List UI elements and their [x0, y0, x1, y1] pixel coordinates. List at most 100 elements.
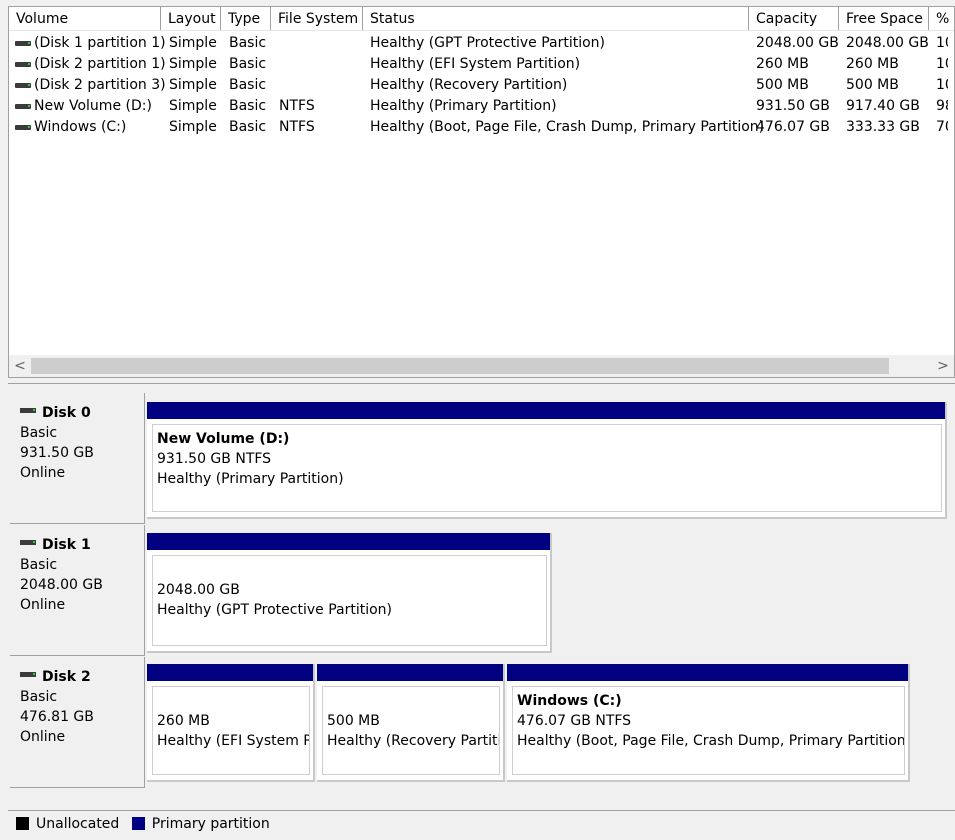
partition-windows-c[interactable]: Windows (C:) 476.07 GB NTFS Healthy (Boo… [507, 664, 910, 782]
disk-state: Online [20, 597, 66, 613]
partition-status: Healthy (GPT Protective Partition) [157, 602, 393, 618]
col-type[interactable]: Type [221, 7, 271, 31]
disk-name: Disk 0 [42, 405, 91, 421]
col-capacity[interactable]: Capacity [749, 7, 839, 31]
cell-volume: New Volume (D:) [34, 98, 152, 114]
partition-disk1-gpt[interactable]: 2048.00 GB Healthy (GPT Protective Parti… [147, 533, 552, 653]
partition-disk2-recovery[interactable]: 500 MB Healthy (Recovery Partition) [317, 664, 505, 782]
disk-state: Online [20, 465, 66, 481]
partition-status: Healthy (Primary Partition) [157, 471, 344, 487]
disk-name: Disk 2 [42, 669, 91, 685]
cell-status: Healthy (Recovery Partition) [370, 77, 568, 93]
disk-kind: Basic [20, 689, 58, 705]
cell-status: Healthy (Primary Partition) [370, 98, 557, 114]
cell-status: Healthy (EFI System Partition) [370, 56, 581, 72]
partition-title [327, 691, 499, 711]
partition-size: 476.07 GB NTFS [517, 713, 632, 729]
disk-state: Online [20, 729, 66, 745]
col-volume[interactable]: Volume [9, 7, 161, 31]
disk-size: 2048.00 GB [20, 577, 103, 593]
disk-size: 476.81 GB [20, 709, 94, 725]
cell-layout: Simple [169, 98, 217, 114]
scroll-right-arrow[interactable]: > [932, 355, 954, 377]
cell-volume: Windows (C:) [34, 119, 127, 135]
disk-kind: Basic [20, 557, 58, 573]
cell-layout: Simple [169, 56, 217, 72]
cell-type: Basic [229, 35, 267, 51]
cell-type: Basic [229, 56, 267, 72]
partition-title [157, 560, 546, 580]
partition-size: 260 MB [157, 713, 210, 729]
cell-capacity: 500 MB [756, 77, 809, 93]
table-row[interactable]: New Volume (D:) Simple Basic NTFS Health… [9, 96, 954, 117]
disk-name: Disk 1 [42, 537, 91, 553]
disk-kind: Basic [20, 425, 58, 441]
volume-list: Volume Layout Type File System Status Ca… [8, 6, 955, 378]
cell-fs: NTFS [279, 119, 315, 135]
partition-disk2-efi[interactable]: 260 MB Healthy (EFI System Partition) [147, 664, 315, 782]
cell-volume: (Disk 1 partition 1) [34, 35, 166, 51]
primary-partition-bar [147, 402, 945, 419]
cell-percent: 98 [936, 98, 948, 114]
cell-volume: (Disk 2 partition 3) [34, 77, 166, 93]
disk-2-label[interactable]: Disk 2 Basic 476.81 GB Online [10, 657, 145, 788]
cell-free: 260 MB [846, 56, 899, 72]
col-layout[interactable]: Layout [161, 7, 221, 31]
table-row[interactable]: Windows (C:) Simple Basic NTFS Healthy (… [9, 117, 954, 138]
partition-title [157, 691, 309, 711]
col-file-system[interactable]: File System [271, 7, 363, 31]
cell-type: Basic [229, 98, 267, 114]
partition-status: Healthy (Recovery Partition) [327, 733, 499, 749]
primary-swatch [131, 817, 145, 830]
pane-splitter[interactable] [0, 378, 955, 388]
partition-new-volume-d[interactable]: New Volume (D:) 931.50 GB NTFS Healthy (… [147, 402, 947, 519]
disk-0-label[interactable]: Disk 0 Basic 931.50 GB Online [10, 393, 145, 524]
partition-size: 2048.00 GB [157, 582, 240, 598]
cell-fs: NTFS [279, 98, 315, 114]
volume-icon [15, 62, 31, 67]
primary-partition-bar [317, 664, 503, 681]
cell-free: 917.40 GB [846, 98, 920, 114]
cell-capacity: 931.50 GB [756, 98, 830, 114]
partition-title: New Volume (D:) [157, 431, 290, 447]
cell-layout: Simple [169, 77, 217, 93]
cell-status: Healthy (GPT Protective Partition) [370, 35, 606, 51]
scroll-left-arrow[interactable]: < [9, 355, 31, 377]
unallocated-swatch [16, 817, 29, 830]
partition-size: 931.50 GB NTFS [157, 451, 272, 467]
cell-capacity: 476.07 GB [756, 119, 830, 135]
column-header: Volume Layout Type File System Status Ca… [9, 7, 954, 31]
col-status[interactable]: Status [363, 7, 749, 31]
col-free-space[interactable]: Free Space [839, 7, 929, 31]
disk-icon [20, 408, 36, 413]
cell-volume: (Disk 2 partition 1) [34, 56, 166, 72]
cell-type: Basic [229, 119, 267, 135]
cell-status: Healthy (Boot, Page File, Crash Dump, Pr… [370, 119, 765, 135]
cell-layout: Simple [169, 119, 217, 135]
table-row[interactable]: (Disk 2 partition 1) Simple Basic Health… [9, 54, 954, 75]
cell-layout: Simple [169, 35, 217, 51]
primary-partition-bar [507, 664, 908, 681]
disk-1-label[interactable]: Disk 1 Basic 2048.00 GB Online [10, 525, 145, 656]
volume-icon [15, 125, 31, 130]
cell-free: 333.33 GB [846, 119, 920, 135]
cell-type: Basic [229, 77, 267, 93]
partition-size: 500 MB [327, 713, 380, 729]
table-row[interactable]: (Disk 2 partition 3) Simple Basic Health… [9, 75, 954, 96]
cell-percent: 10 [936, 35, 948, 51]
cell-percent: 70 [936, 119, 948, 135]
scroll-thumb[interactable] [31, 358, 889, 374]
horizontal-scrollbar[interactable]: < > [9, 355, 954, 377]
cell-capacity: 260 MB [756, 56, 809, 72]
volume-icon [15, 41, 31, 46]
volume-icon [15, 104, 31, 109]
col-percent[interactable]: % [929, 7, 954, 31]
cell-free: 500 MB [846, 77, 899, 93]
partition-title: Windows (C:) [517, 693, 622, 709]
table-row[interactable]: (Disk 1 partition 1) Simple Basic Health… [9, 33, 954, 54]
disk-icon [20, 672, 36, 677]
legend-unallocated: Unallocated [36, 816, 120, 832]
cell-percent: 10 [936, 56, 948, 72]
cell-capacity: 2048.00 GB [756, 35, 839, 51]
cell-percent: 10 [936, 77, 948, 93]
